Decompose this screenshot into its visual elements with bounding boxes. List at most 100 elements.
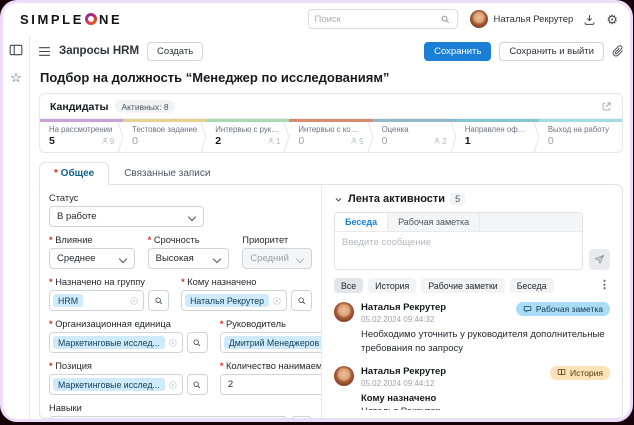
- composer-tab-note[interactable]: Рабочая заметка: [388, 213, 481, 231]
- gear-icon[interactable]: ⚙: [606, 13, 618, 26]
- search-icon[interactable]: [440, 14, 451, 25]
- feed-item: Наталья Рекрутер 05.02.2024 09:44:32 Раб…: [334, 302, 610, 356]
- logo-ring-icon: [85, 13, 97, 25]
- clear-icon[interactable]: [272, 296, 282, 306]
- assigned-group-label: Назначено на группу: [49, 277, 169, 287]
- note-badge: Рабочая заметка: [515, 302, 610, 316]
- logo-text-last: NE: [99, 11, 123, 27]
- pipeline-stage[interactable]: Оценка 0 2: [372, 119, 456, 152]
- pipeline-stage[interactable]: Тестовое задание 0: [123, 119, 207, 152]
- position-label: Позиция: [49, 361, 208, 371]
- send-button[interactable]: [589, 249, 610, 270]
- hires-count-input[interactable]: [219, 374, 321, 395]
- filter-work-notes[interactable]: Рабочие заметки: [421, 278, 505, 293]
- feed-filters: Все История Рабочие заметки Беседа ⋮: [334, 278, 610, 293]
- person-icon: [101, 137, 109, 145]
- user-name: Наталья Рекрутер: [493, 13, 574, 25]
- feed-text: Необходимо уточнить у руководителя допол…: [361, 329, 605, 354]
- activity-title: Лента активности: [348, 193, 446, 205]
- user-area: Наталья Рекрутер ⚙: [469, 10, 618, 28]
- group-chip[interactable]: HRM: [53, 294, 84, 307]
- hires-count-label: Количество нанимаемых сотруд...: [220, 361, 321, 371]
- priority-label: Приоритет: [242, 235, 289, 245]
- save-exit-button[interactable]: Сохранить и выйти: [499, 41, 604, 61]
- position-chip[interactable]: Маркетинговые исслед...: [53, 378, 165, 391]
- assignee-chip[interactable]: Наталья Рекрутер: [185, 294, 269, 307]
- chevron-down-icon[interactable]: [334, 195, 343, 204]
- manager-label: Руководитель: [220, 319, 321, 329]
- left-rail: ☆: [3, 35, 30, 419]
- feed-author: Наталья Рекрутер: [361, 365, 447, 377]
- create-button[interactable]: Создать: [147, 41, 204, 61]
- manager-field[interactable]: Дмитрий Менеджеров: [219, 332, 321, 353]
- person-icon: [350, 137, 358, 145]
- stage-count: 0: [381, 135, 388, 147]
- lookup-button[interactable]: [148, 290, 170, 311]
- clear-icon[interactable]: [168, 338, 178, 348]
- filter-all[interactable]: Все: [334, 278, 364, 293]
- favorite-star-icon[interactable]: ☆: [10, 71, 22, 84]
- external-link-icon[interactable]: [601, 101, 612, 112]
- pipeline-stage[interactable]: Направлен оффер 1: [455, 119, 539, 152]
- stage-count: 0: [132, 135, 138, 147]
- assigned-group-field[interactable]: HRM: [49, 290, 145, 311]
- position-field[interactable]: Маркетинговые исслед...: [49, 374, 183, 395]
- global-search[interactable]: [307, 9, 458, 29]
- stage-count: 5: [49, 135, 55, 147]
- hamburger-menu-icon[interactable]: [38, 46, 51, 57]
- filter-chat[interactable]: Беседа: [509, 278, 554, 293]
- book-icon: [557, 368, 566, 377]
- tab-related-records[interactable]: Связанные записи: [109, 162, 225, 184]
- feed-item: Наталья Рекрутер 05.02.2024 09:44:12 Ист…: [334, 365, 610, 410]
- pipeline-stage[interactable]: На рассмотрении 5 9: [40, 119, 124, 152]
- lookup-button[interactable]: [186, 374, 208, 395]
- assignee-field[interactable]: Наталья Рекрутер: [181, 290, 287, 311]
- clear-icon[interactable]: [129, 296, 139, 306]
- feed-timestamp: 05.02.2024 09:44:32: [361, 315, 435, 324]
- manager-chip[interactable]: Дмитрий Менеджеров: [223, 336, 321, 349]
- skills-label: Навыки: [49, 403, 82, 413]
- kebab-menu-icon[interactable]: ⋮: [599, 280, 610, 291]
- avatar: [334, 365, 354, 386]
- history-badge: История: [550, 365, 610, 380]
- active-count-badge: Активных: 8: [115, 100, 175, 113]
- feed-timestamp: 05.02.2024 09:44:12: [361, 378, 435, 388]
- lookup-button[interactable]: [291, 290, 312, 311]
- lookup-button[interactable]: [186, 332, 208, 353]
- org-unit-label: Организационная единица: [49, 319, 208, 329]
- org-unit-field[interactable]: Маркетинговые исслед...: [49, 332, 183, 353]
- download-icon[interactable]: [583, 13, 596, 26]
- avatar[interactable]: [469, 10, 488, 28]
- assignee-label: Кому назначено: [181, 277, 312, 287]
- record-toolbar: Запросы HRM Создать Сохранить Сохранить …: [38, 37, 624, 65]
- filter-history[interactable]: История: [368, 278, 417, 293]
- org-unit-chip[interactable]: Маркетинговые исслед...: [53, 336, 165, 349]
- status-select[interactable]: В работе: [49, 206, 204, 227]
- message-input[interactable]: [335, 232, 582, 264]
- record-tabs: Общее Связанные записи: [39, 162, 624, 185]
- lookup-button[interactable]: [291, 416, 312, 418]
- impact-select[interactable]: Среднее: [49, 248, 135, 269]
- page-title: Подбор на должность “Менеджер по исследо…: [40, 70, 390, 85]
- composer-tab-chat[interactable]: Беседа: [335, 213, 389, 231]
- candidates-header: Кандидаты Активных: 8: [40, 94, 622, 118]
- candidates-title: Кандидаты: [50, 100, 109, 113]
- top-bar: SIMPLE NE Наталья Рекрутер ⚙: [3, 3, 630, 35]
- search-input[interactable]: [314, 13, 436, 25]
- tab-general[interactable]: Общее: [39, 162, 110, 185]
- speech-bubble-icon: [523, 305, 532, 314]
- pipeline-stage[interactable]: Интервью с командой 0 5: [289, 119, 373, 152]
- activity-feed: Наталья Рекрутер 05.02.2024 09:44:32 Раб…: [334, 302, 610, 410]
- urgency-select[interactable]: Высокая: [147, 248, 230, 269]
- list-title: Запросы HRM: [59, 45, 140, 57]
- paperclip-icon[interactable]: [612, 45, 624, 57]
- person-icon: [267, 137, 275, 145]
- priority-select: Средний: [242, 248, 312, 269]
- pipeline-stage[interactable]: Интервью с руковод... 2 1: [206, 119, 290, 152]
- clear-icon[interactable]: [168, 380, 178, 390]
- app-logo: SIMPLE NE: [20, 12, 122, 27]
- save-button[interactable]: Сохранить: [424, 41, 492, 61]
- sidebar-toggle-icon[interactable]: [9, 44, 23, 56]
- skills-field[interactable]: Работа в команде× Креативность×: [49, 416, 287, 418]
- pipeline-stage[interactable]: Выход на работу 0: [538, 119, 622, 152]
